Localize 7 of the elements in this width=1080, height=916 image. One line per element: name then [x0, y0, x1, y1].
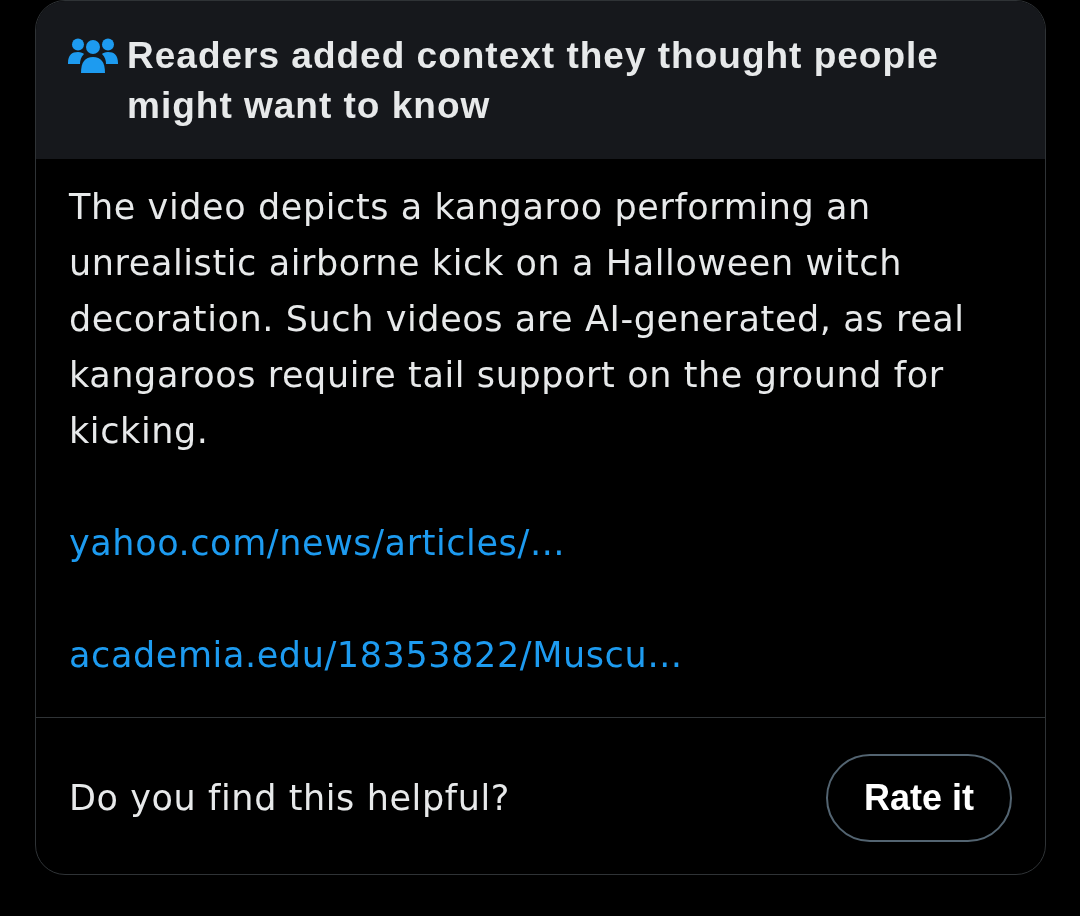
source-link[interactable]: yahoo.com/news/articles/…: [69, 515, 566, 571]
note-title: Readers added context they thought people might want to know: [127, 34, 940, 128]
note-text: The video depicts a kangaroo performing an unrealistic airborne kick on a Halloween witch decoration. Such videos are AI-generated, as real kangaroos require tail support on the ground for kicking.: [69, 186, 966, 453]
source-link[interactable]: academia.edu/18353822/Muscu…: [69, 627, 683, 683]
helpful-question: Do you find this helpful?: [69, 776, 510, 820]
rate-it-button[interactable]: Rate it: [825, 754, 1012, 842]
people-icon: [68, 37, 118, 73]
